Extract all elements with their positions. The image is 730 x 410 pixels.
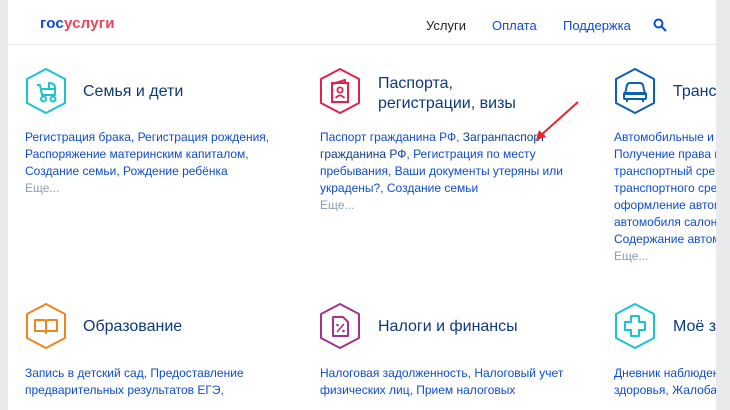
link-maternity-capital[interactable]: Распоряжение материнским капиталом	[25, 147, 245, 161]
category-title-transport[interactable]: Транс	[673, 81, 716, 102]
more-link-passport[interactable]: Еще...	[320, 198, 354, 212]
more-link-family[interactable]: Еще...	[25, 181, 59, 195]
category-links-taxes: Налоговая задолженность, Налоговый учет …	[320, 366, 564, 397]
nav-payment[interactable]: Оплата	[492, 18, 537, 33]
link-complaint[interactable]: Жалоба	[672, 383, 716, 397]
header: госуслуги Услуги Оплата Поддержка	[8, 0, 716, 45]
link-passport-rf[interactable]: Паспорт гражданина РФ	[320, 130, 456, 144]
link-family-creation-2[interactable]: Создание семьи	[387, 181, 478, 195]
link-transport-5[interactable]: оформление автом	[614, 198, 716, 212]
category-links-education: Запись в детский сад, Предоставление пре…	[25, 366, 244, 397]
category-title-taxes[interactable]: Налоги и финансы	[378, 316, 518, 337]
book-icon[interactable]	[24, 302, 68, 350]
passport-icon[interactable]	[318, 67, 362, 115]
category-links-health: Дневник наблюден здоровья, Жалоба	[614, 365, 716, 399]
link-kindergarten[interactable]: Запись в детский сад	[25, 366, 144, 380]
link-health[interactable]: здоровья	[614, 383, 665, 397]
category-links-family: Регистрация брака, Регистрация рождения,…	[25, 130, 270, 195]
link-individuals[interactable]: физических лиц	[320, 383, 410, 397]
link-tax-reception[interactable]: Прием налоговых	[416, 383, 515, 397]
search-icon[interactable]	[653, 18, 667, 32]
medical-cross-icon[interactable]	[613, 302, 657, 350]
page: госуслуги Услуги Оплата Поддержка Семья …	[8, 0, 716, 410]
link-tax-account[interactable]: Налоговый учет	[474, 366, 563, 380]
gosuslugi-logo[interactable]: госуслуги	[40, 15, 115, 32]
link-family-creation[interactable]: Создание семьи	[25, 164, 116, 178]
link-transport-3[interactable]: транспортный сре	[614, 164, 715, 178]
category-title-family[interactable]: Семья и дети	[83, 81, 183, 102]
logo-part-uslugi: услуги	[63, 15, 115, 32]
nav-services[interactable]: Услуги	[426, 18, 466, 33]
link-ege-results[interactable]: Предоставление	[150, 366, 243, 380]
link-transport-7[interactable]: Содержание автом	[614, 232, 716, 246]
link-birth-registration[interactable]: Регистрация рождения	[138, 130, 266, 144]
link-marriage-registration[interactable]: Регистрация брака	[25, 130, 131, 144]
car-icon[interactable]	[613, 67, 657, 115]
link-tax-debt[interactable]: Налоговая задолженность	[320, 366, 468, 380]
category-title-passport-line2[interactable]: регистрации, визы	[378, 93, 516, 114]
category-links-transport: Автомобильные и Получение права н трансп…	[614, 129, 716, 265]
link-transport-4[interactable]: транспортного сре	[614, 181, 716, 195]
category-title-education[interactable]: Образование	[83, 316, 182, 337]
category-title-passport-line1[interactable]: Паспорта,	[378, 73, 453, 94]
link-ege-results-2[interactable]: предварительных результатов ЕГЭ,	[25, 383, 224, 397]
tax-document-icon[interactable]	[318, 302, 362, 350]
category-links-passport: Паспорт гражданина РФ, Загранпаспорт гра…	[320, 130, 563, 212]
link-health-diary[interactable]: Дневник наблюден	[614, 366, 716, 380]
link-child-birth[interactable]: Рождение ребёнка	[123, 164, 228, 178]
link-transport-6[interactable]: автомобиля салон	[614, 215, 716, 229]
link-transport-1[interactable]: Автомобильные и	[614, 130, 714, 144]
nav-support[interactable]: Поддержка	[563, 18, 631, 33]
link-transport-2[interactable]: Получение права н	[614, 147, 716, 161]
more-link-transport[interactable]: Еще...	[614, 249, 648, 263]
stroller-icon[interactable]	[24, 67, 68, 115]
category-title-health[interactable]: Моё з	[673, 316, 716, 337]
logo-part-gos: гос	[40, 15, 64, 32]
